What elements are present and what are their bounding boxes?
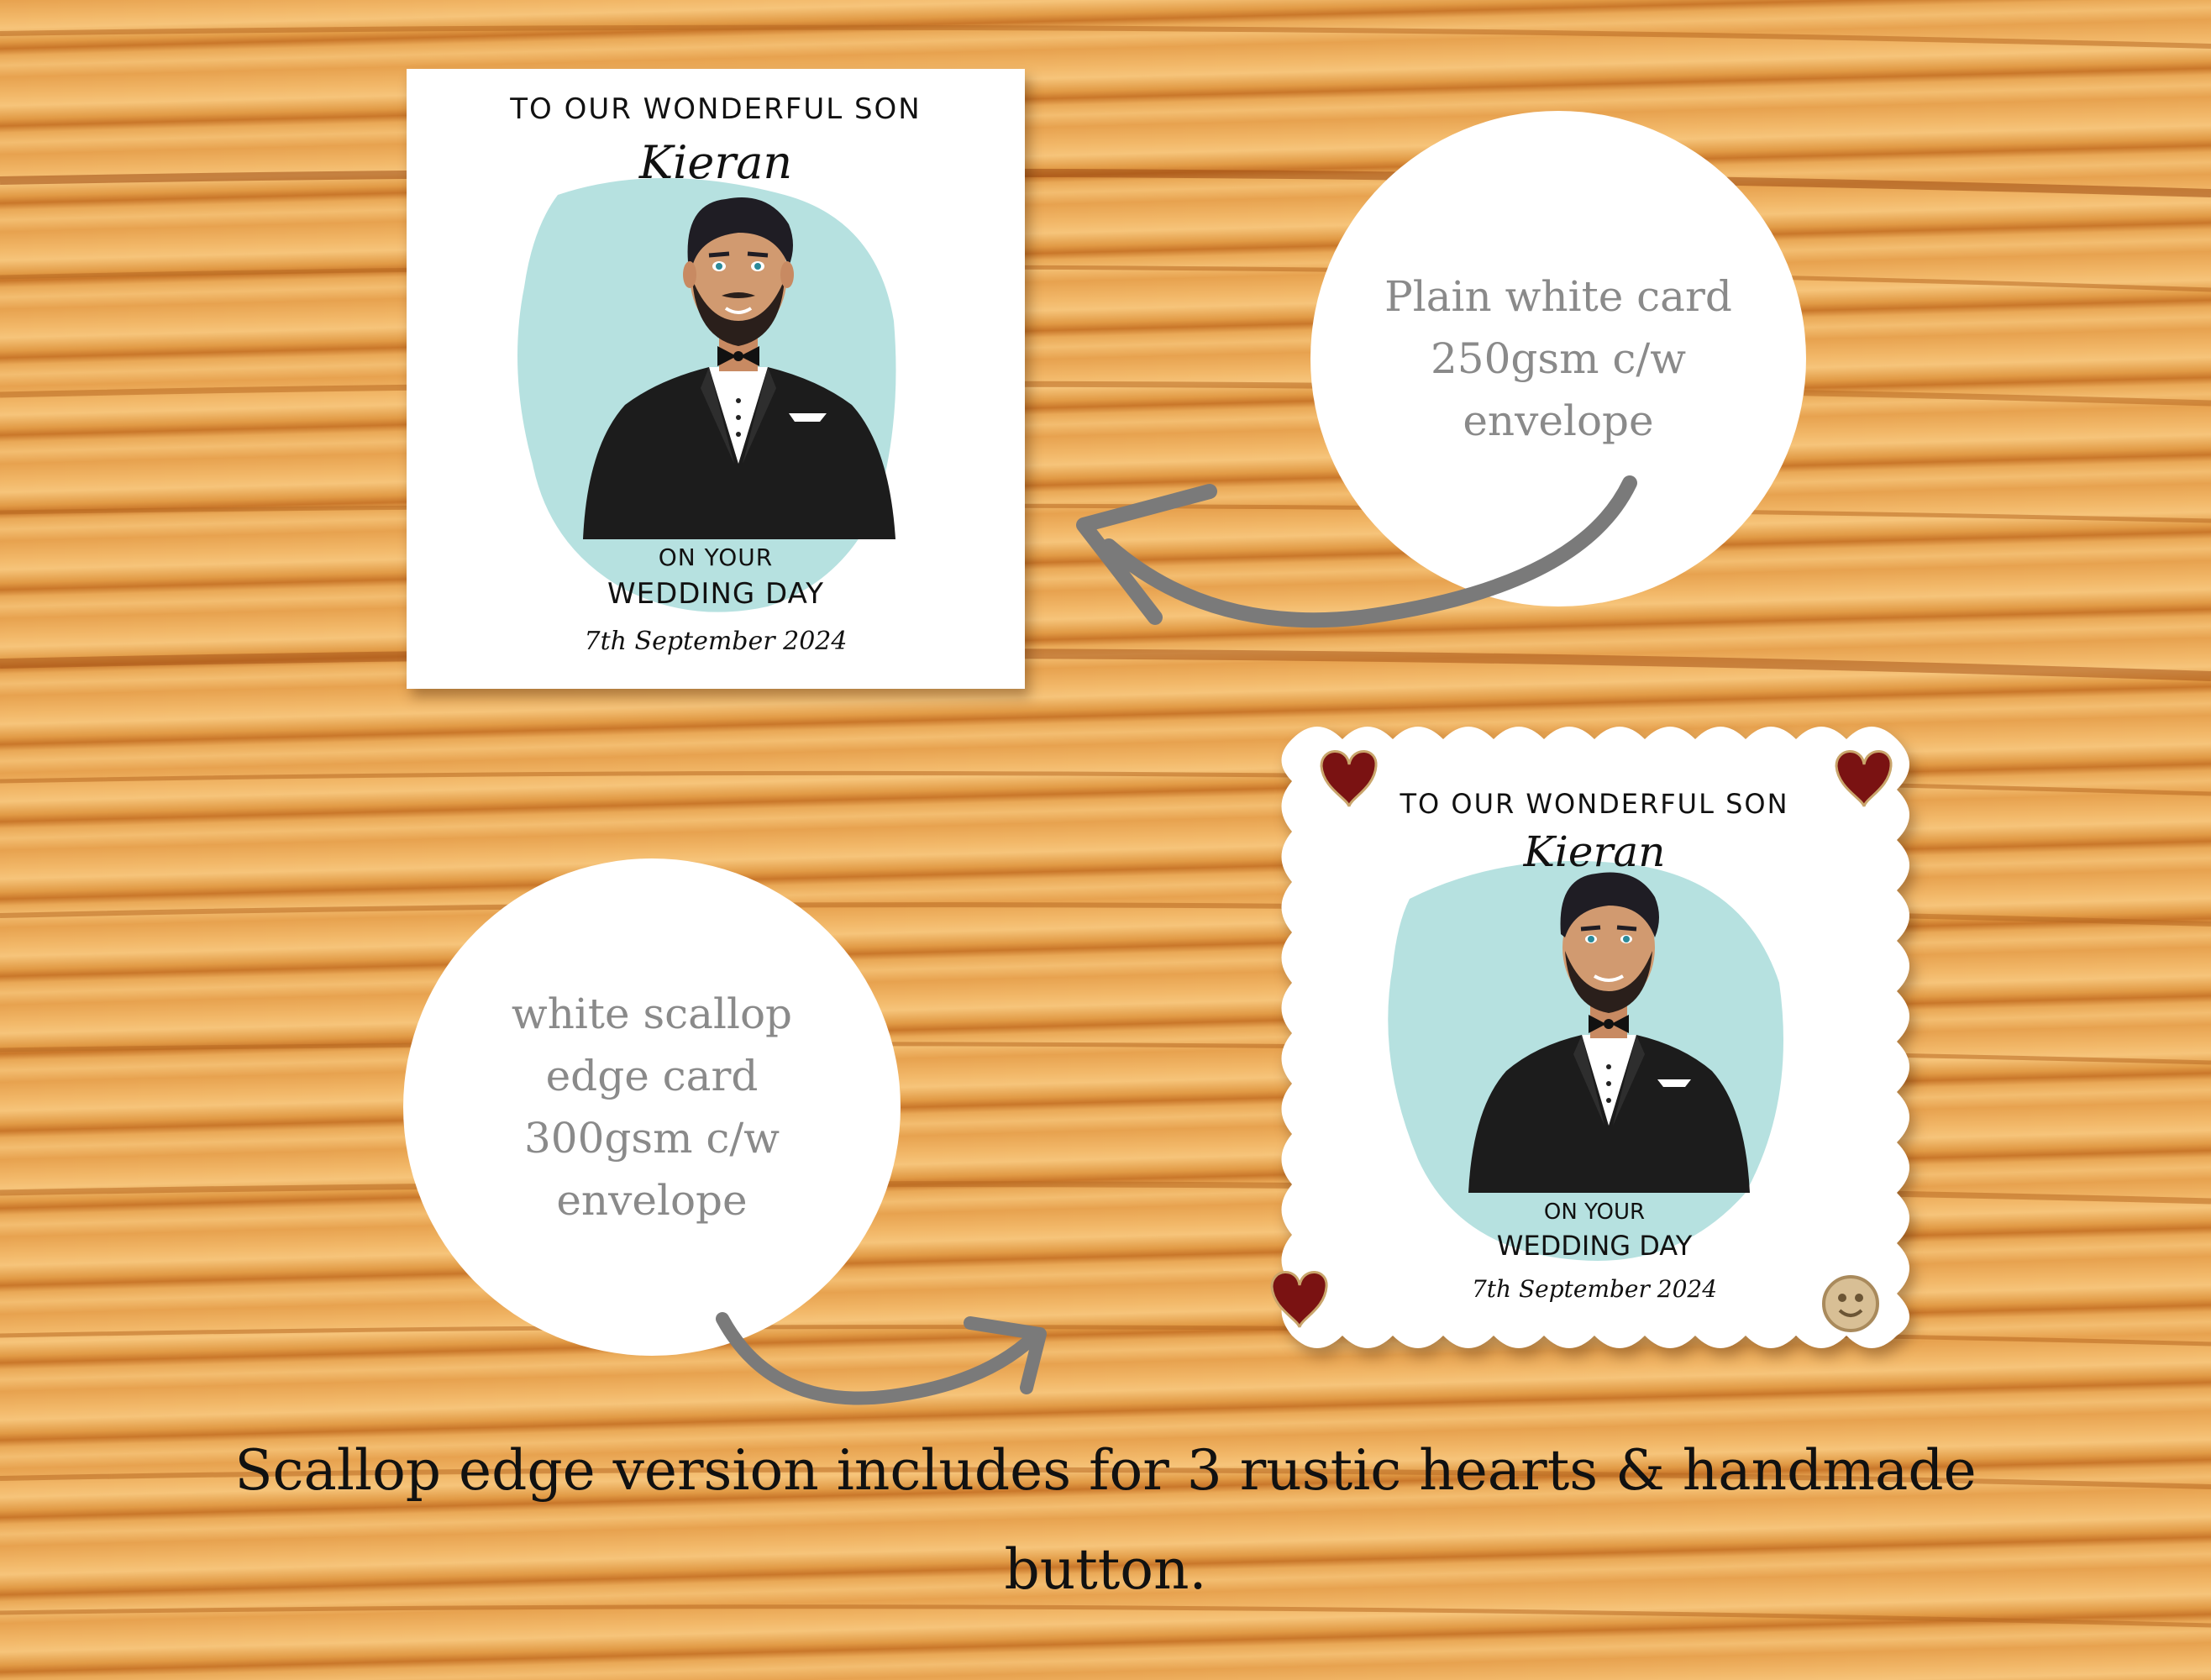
curved-arrow-right (716, 1312, 1047, 1405)
caption-line-2: button. (1004, 1537, 1207, 1602)
caption-line-1: Scallop edge version includes for 3 rust… (234, 1438, 1977, 1503)
wood-background: TO OUR WONDERFUL SON Kieran ON YOUR WEDD… (0, 0, 2211, 1680)
